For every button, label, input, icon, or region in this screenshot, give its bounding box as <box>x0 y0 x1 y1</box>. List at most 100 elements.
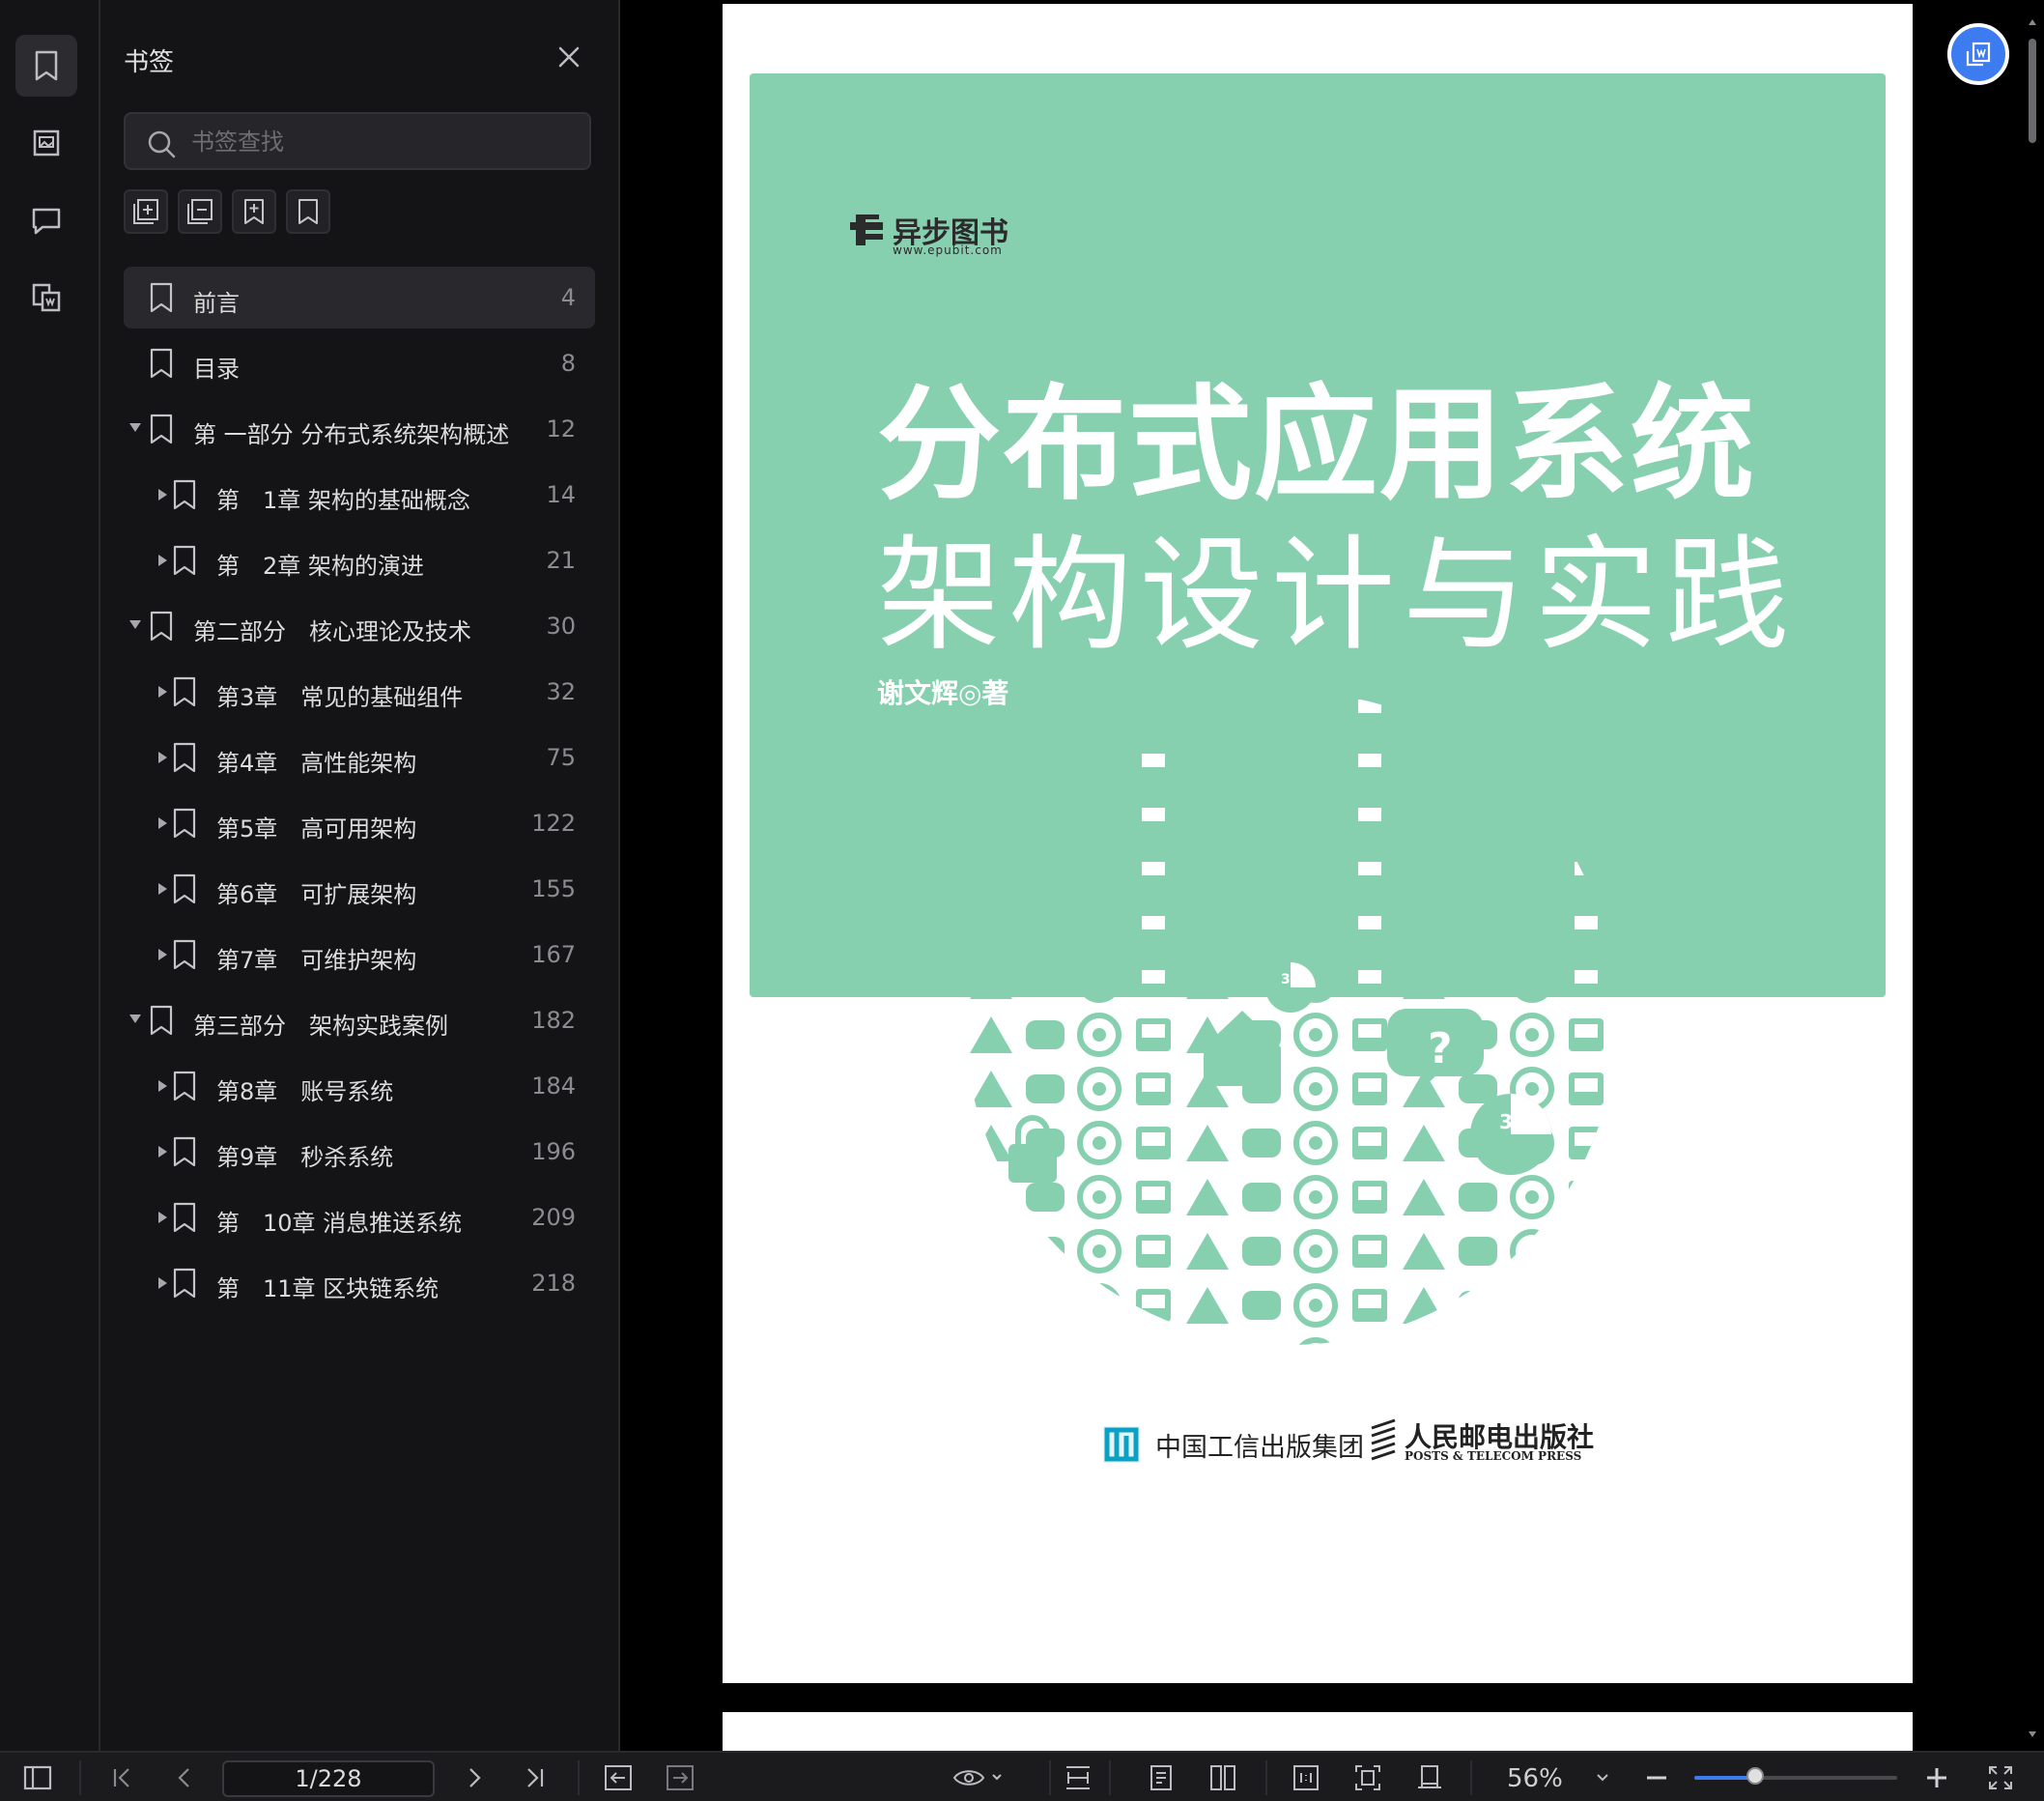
scrollbar-track <box>2029 19 2036 1737</box>
next-page-button[interactable] <box>458 1762 491 1793</box>
zoom-level-label[interactable]: 56% <box>1507 1764 1563 1793</box>
caret-right-icon[interactable] <box>158 1146 167 1158</box>
decorative-glyph <box>1242 1237 1281 1266</box>
comment-tab[interactable] <box>15 189 77 251</box>
bookmark-item[interactable]: 第 一部分 分布式系统架构概述 12 <box>124 398 595 460</box>
zoom-slider-handle[interactable] <box>1746 1767 1764 1785</box>
two-page-button[interactable] <box>1206 1762 1240 1793</box>
bookmark-item[interactable]: 第三部分 架构实践案例 182 <box>124 989 595 1051</box>
bookmark-panel: 书签 前言 4 目录 8 第 一部分 分布式系统架构概述 12 第 1章 架构的基础概念 14… <box>100 0 620 1751</box>
search-input[interactable] <box>189 114 580 170</box>
zoom-in-button[interactable] <box>1920 1762 1953 1793</box>
caret-right-icon[interactable] <box>158 489 167 500</box>
bookmark-item[interactable]: 第5章 高可用架构 122 <box>124 792 595 854</box>
history-forward-icon <box>667 1765 694 1790</box>
zoom-dropdown-button[interactable] <box>1588 1762 1617 1793</box>
bookmark-item[interactable]: 第 11章 区块链系统 218 <box>124 1252 595 1314</box>
bookmark-options-button[interactable] <box>286 189 330 234</box>
add-bookmark-button[interactable] <box>232 189 276 234</box>
vertical-scrollbar[interactable] <box>2021 0 2044 1751</box>
caret-right-icon[interactable] <box>158 883 167 895</box>
expand-all-button[interactable] <box>124 189 168 234</box>
bookmark-label: 第 10章 消息推送系统 <box>216 1210 463 1237</box>
fit-page-button[interactable] <box>1350 1762 1385 1793</box>
bookmark-item[interactable]: 第8章 账号系统 184 <box>124 1055 595 1117</box>
zoom-out-button[interactable] <box>1640 1762 1673 1793</box>
document-viewport[interactable]: 异步图书 www.epubit.com 分布式应用系统 架构设计与实践 谢文辉◎… <box>620 0 2044 1751</box>
bookmark-tab[interactable] <box>15 35 77 97</box>
decorative-glyph <box>1026 1345 1065 1347</box>
comment-icon <box>32 208 61 235</box>
caret-right-icon[interactable] <box>158 1277 167 1289</box>
bookmark-search[interactable] <box>124 112 591 170</box>
thumbnail-tab[interactable] <box>15 112 77 174</box>
decorative-glyph <box>1186 800 1229 837</box>
bookmark-item[interactable]: 第9章 秒杀系统 196 <box>124 1121 595 1183</box>
caret-right-icon[interactable] <box>158 752 167 763</box>
decorative-glyph <box>1242 1183 1281 1212</box>
caret-down-icon[interactable] <box>129 620 141 629</box>
decorative-glyph <box>1077 742 1121 786</box>
bookmark-label: 第4章 高性能架构 <box>216 750 417 777</box>
decorative-glyph <box>1077 904 1121 949</box>
bookmark-page-number: 167 <box>531 941 576 968</box>
caret-down-icon[interactable] <box>129 423 141 432</box>
caret-right-icon[interactable] <box>158 949 167 960</box>
toggle-sidebar-button[interactable] <box>21 1762 54 1793</box>
bottom-toolbar: 56% <box>0 1751 2044 1801</box>
collapse-all-button[interactable] <box>178 189 222 234</box>
bookmark-item[interactable]: 第6章 可扩展架构 155 <box>124 858 595 920</box>
actual-size-button[interactable] <box>1289 1762 1323 1793</box>
caret-right-icon[interactable] <box>158 686 167 698</box>
bookmark-item[interactable]: 目录 8 <box>124 332 595 394</box>
previous-page-button[interactable] <box>168 1762 201 1793</box>
history-forward-button[interactable] <box>663 1762 697 1793</box>
last-page-button[interactable] <box>518 1762 551 1793</box>
decorative-glyph <box>1459 696 1497 725</box>
decorative-glyph <box>1186 1341 1229 1345</box>
bookmark-item[interactable]: 第3章 常见的基础组件 32 <box>124 661 595 723</box>
bookmark-page-number: 30 <box>546 613 576 640</box>
bookmark-item[interactable]: 第 2章 架构的演进 21 <box>124 529 595 591</box>
publisher-logo-icon <box>1371 1418 1396 1461</box>
caret-right-icon[interactable] <box>158 817 167 829</box>
single-page-button[interactable] <box>1144 1762 1178 1793</box>
fit-width-button[interactable] <box>1061 1762 1095 1793</box>
pdf-page-2 <box>723 1712 1913 1751</box>
view-mode-dropdown[interactable] <box>951 1762 1008 1793</box>
page-number-input[interactable] <box>222 1760 435 1797</box>
extract-tab[interactable] <box>15 267 77 329</box>
decorative-glyph <box>1352 856 1387 889</box>
bookmark-item[interactable]: 第4章 高性能架构 75 <box>124 727 595 788</box>
decorative-glyph <box>1242 912 1281 941</box>
decorative-glyph <box>970 854 1012 891</box>
rotate-page-button[interactable] <box>1412 1762 1447 1793</box>
bookmark-item[interactable]: 第二部分 核心理论及技术 30 <box>124 595 595 657</box>
caret-right-icon[interactable] <box>158 1080 167 1092</box>
decorative-glyph <box>1186 1125 1229 1161</box>
caret-right-icon[interactable] <box>158 555 167 566</box>
first-page-button[interactable] <box>106 1762 139 1793</box>
caret-down-icon[interactable] <box>129 1015 141 1023</box>
fullscreen-button[interactable] <box>1984 1762 2017 1793</box>
last-page-icon <box>527 1768 544 1787</box>
bookmark-icon <box>173 1268 196 1299</box>
bookmark-item[interactable]: 第 1章 架构的基础概念 14 <box>124 464 595 526</box>
zoom-slider[interactable] <box>1694 1767 1897 1785</box>
decorative-glyph <box>1293 850 1338 895</box>
small-pie-badge-label: 30 <box>1281 972 1300 987</box>
bookmark-icon <box>173 742 196 773</box>
decorative-glyph <box>970 1179 1012 1215</box>
history-back-button[interactable] <box>601 1762 636 1793</box>
two-page-icon <box>1210 1765 1235 1790</box>
close-panel-button[interactable] <box>554 43 583 71</box>
bookmark-label: 第 11章 区块链系统 <box>216 1275 440 1302</box>
bookmark-item[interactable]: 前言 4 <box>124 267 595 329</box>
floating-convert-button[interactable] <box>1947 23 2009 85</box>
caret-right-icon[interactable] <box>158 1212 167 1223</box>
bookmark-item[interactable]: 第 10章 消息推送系统 209 <box>124 1186 595 1248</box>
decorative-glyph <box>1026 1237 1065 1266</box>
bookmark-page-number: 196 <box>531 1138 576 1165</box>
logo-url: www.epubit.com <box>893 243 1003 257</box>
bookmark-item[interactable]: 第7章 可维护架构 167 <box>124 924 595 986</box>
